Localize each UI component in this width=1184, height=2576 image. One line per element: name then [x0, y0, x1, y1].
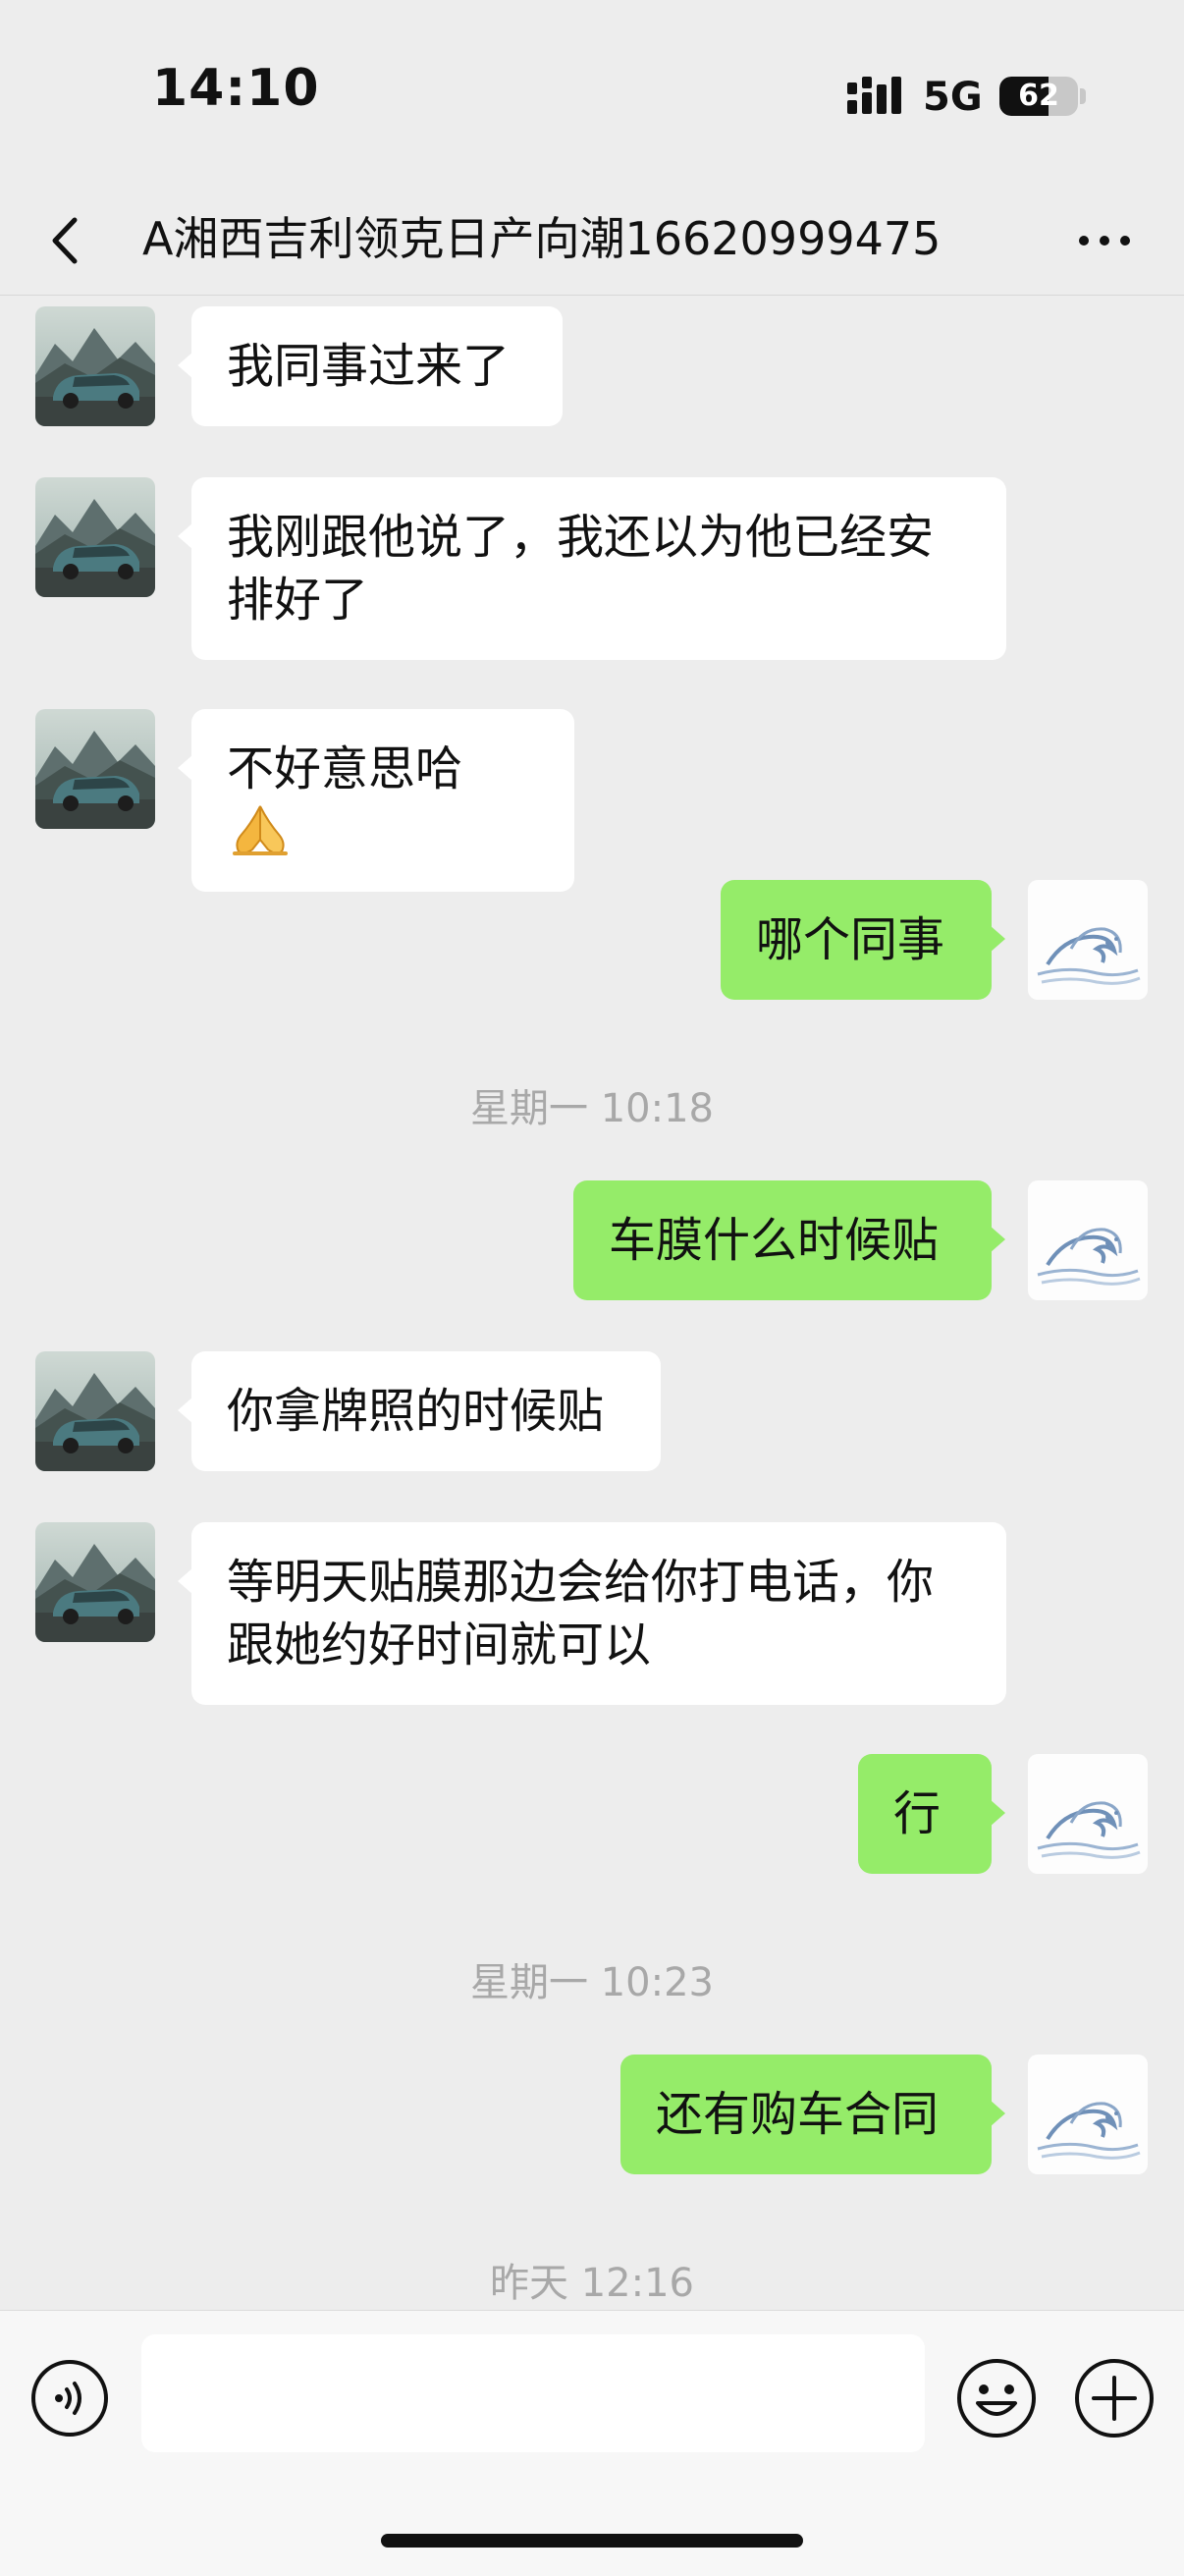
voice-icon[interactable]	[29, 2358, 110, 2439]
chat-title[interactable]: A湘西吉利领克日产向潮16620999475	[142, 204, 1046, 273]
incoming-message-bubble[interactable]: 不好意思哈	[178, 709, 574, 892]
outgoing-message-bubble[interactable]: 还有购车合同	[620, 2055, 1005, 2174]
wave-avatar-icon[interactable]	[1028, 1754, 1148, 1874]
plus-circle-icon[interactable]	[1072, 2356, 1157, 2440]
home-indicator[interactable]	[381, 2534, 803, 2548]
folded-hands-icon	[233, 805, 288, 855]
wave-avatar-icon[interactable]	[1028, 880, 1148, 1000]
message-text: 车膜什么时候贴	[609, 1213, 940, 1268]
message-text: 等明天贴膜那边会给你打电话，你跟她约好时间就可以	[227, 1555, 935, 1672]
status-time: 14:10	[152, 59, 320, 118]
car-avatar-icon[interactable]	[35, 1351, 155, 1471]
chevron-left-icon[interactable]	[41, 206, 90, 275]
status-bar: 14:10 5G 62	[0, 0, 1184, 187]
message-text: 行	[893, 1786, 942, 1841]
timestamp: 星期一 10:23	[470, 1960, 714, 2005]
battery-icon: 62	[999, 77, 1078, 116]
ellipsis-icon[interactable]	[1070, 206, 1139, 275]
car-avatar-icon[interactable]	[35, 306, 155, 426]
outgoing-message-bubble[interactable]: 行	[858, 1754, 1005, 1874]
message-text: 我同事过来了	[227, 339, 511, 394]
wave-avatar-icon[interactable]	[1028, 2055, 1148, 2174]
message-input[interactable]	[141, 2334, 925, 2452]
incoming-message-bubble[interactable]: 我同事过来了	[178, 306, 563, 426]
incoming-message-bubble[interactable]: 你拿牌照的时候贴	[178, 1351, 661, 1471]
message-list[interactable]: 我同事过来了 我刚跟他说了，我还以为他已经安排好了 不好意思哈 哪个同事 星期一…	[0, 295, 1184, 2308]
outgoing-message-bubble[interactable]: 哪个同事	[721, 880, 1005, 1000]
smiley-icon[interactable]	[954, 2356, 1039, 2440]
car-avatar-icon[interactable]	[35, 709, 155, 829]
signal-strength-icon	[847, 77, 901, 114]
wave-avatar-icon[interactable]	[1028, 1180, 1148, 1300]
car-avatar-icon[interactable]	[35, 477, 155, 597]
incoming-message-bubble[interactable]: 我刚跟他说了，我还以为他已经安排好了	[178, 477, 1006, 660]
timestamp: 昨天 12:16	[490, 2261, 694, 2306]
battery-cap	[1080, 88, 1086, 104]
network-type: 5G	[923, 75, 983, 120]
timestamp: 星期一 10:18	[470, 1086, 714, 1131]
incoming-message-bubble[interactable]: 等明天贴膜那边会给你打电话，你跟她约好时间就可以	[178, 1522, 1006, 1705]
battery-percent: 62	[1018, 79, 1059, 113]
message-text: 还有购车合同	[656, 2087, 940, 2142]
car-avatar-icon[interactable]	[35, 1522, 155, 1642]
message-text: 我刚跟他说了，我还以为他已经安排好了	[227, 510, 935, 628]
message-text: 你拿牌照的时候贴	[227, 1384, 605, 1439]
message-text: 不好意思哈	[227, 741, 463, 796]
outgoing-message-bubble[interactable]: 车膜什么时候贴	[573, 1180, 1005, 1300]
message-text: 哪个同事	[756, 912, 945, 967]
chat-header: A湘西吉利领克日产向潮16620999475	[0, 187, 1184, 296]
